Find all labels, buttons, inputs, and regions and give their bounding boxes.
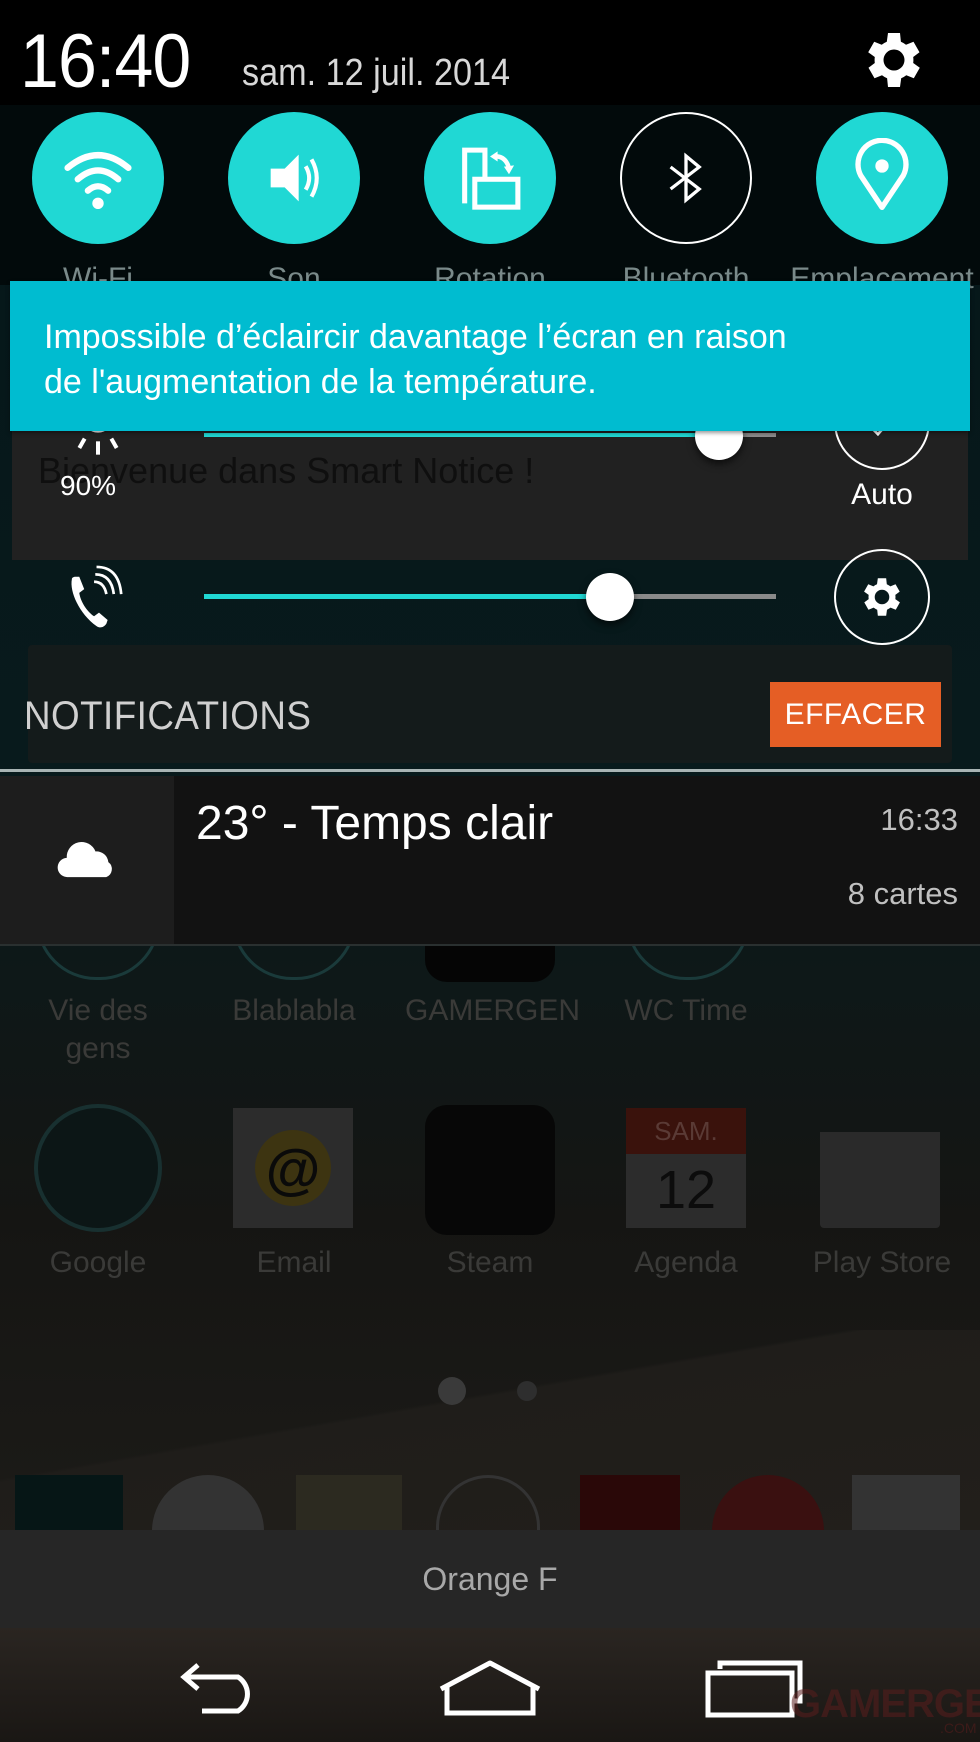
auto-brightness-label: Auto [851, 478, 913, 511]
app-icon-email: @ [233, 1108, 353, 1228]
notifications-title: NOTIFICATIONS [24, 694, 312, 738]
app-label: Vie des gens [48, 994, 148, 1065]
clock: 16:40 [20, 19, 191, 104]
calendar-day: SAM. [626, 1108, 746, 1154]
app-icon-google-folder [34, 1104, 162, 1232]
at-sign-icon: @ [255, 1130, 331, 1206]
home-button[interactable] [430, 1654, 550, 1724]
app-icon-play-store [820, 1132, 940, 1228]
toggle-rotation[interactable] [424, 112, 556, 244]
ringer-phone-icon [71, 565, 123, 628]
app-label: Steam [446, 1246, 534, 1279]
page-indicator [517, 1381, 537, 1401]
app-label: WC Time [624, 994, 748, 1027]
settings-button[interactable] [858, 24, 930, 96]
carrier-bar: Orange F [0, 1530, 980, 1628]
app-icon-agenda: SAM. 12 [626, 1108, 746, 1228]
app-label: Agenda [634, 1246, 738, 1279]
calendar-date: 12 [655, 1160, 717, 1220]
app-label: Email [256, 1246, 332, 1279]
cloud-icon [57, 842, 112, 878]
brightness-slider-fill [204, 433, 719, 437]
notification-item-weather[interactable]: 23° - Temps clair 16:33 8 cartes [0, 776, 980, 944]
ringer-volume-slider-thumb[interactable] [586, 573, 635, 621]
temperature-warning-toast: Impossible d’éclaircir davantage l’écran… [10, 281, 970, 431]
notification-time: 16:33 [880, 802, 958, 837]
app-label: GAMERGEN [405, 994, 581, 1027]
sound-settings-button[interactable] [834, 549, 930, 645]
wifi-icon [64, 152, 132, 210]
ringer-volume-slider[interactable] [204, 594, 776, 599]
date: sam. 12 juil. 2014 [242, 52, 511, 94]
gear-icon [868, 33, 920, 87]
brightness-percent: 90% [60, 470, 117, 501]
app-icon-steam [425, 1105, 555, 1235]
toggle-bluetooth[interactable] [620, 112, 752, 244]
recent-apps-icon [705, 1660, 803, 1718]
toggle-wifi[interactable] [32, 112, 164, 244]
notification-subtitle: 8 cartes [847, 876, 958, 911]
bluetooth-icon [669, 152, 702, 204]
divider [0, 944, 980, 946]
home-icon [439, 1660, 541, 1716]
rotation-icon [462, 147, 521, 210]
gear-icon [864, 578, 900, 616]
divider [0, 769, 980, 772]
volume-icon [270, 154, 319, 202]
ringer-volume-slider-fill [204, 594, 611, 599]
app-label: Play Store [812, 1246, 952, 1279]
toast-line-1: Impossible d’éclaircir davantage l’écran… [44, 318, 787, 356]
app-label: Google [49, 1246, 147, 1279]
notification-title: 23° - Temps clair [196, 797, 554, 850]
toast-line-2: de l'augmentation de la température. [44, 363, 597, 401]
page-indicator-active [438, 1377, 466, 1405]
carrier-name: Orange F [422, 1560, 558, 1597]
clear-all-button[interactable]: EFFACER [770, 682, 941, 747]
back-icon [180, 1663, 250, 1714]
toggle-sound[interactable] [228, 112, 360, 244]
brightness-slider[interactable] [204, 433, 776, 437]
notification-icon-box [0, 776, 174, 944]
toggle-location[interactable] [816, 112, 948, 244]
location-pin-icon [855, 138, 909, 210]
watermark-sub: .COM [940, 1720, 977, 1736]
app-label: Blablabla [232, 994, 356, 1027]
navigation-bar: GAMERGEN .COM [0, 1628, 980, 1742]
back-button[interactable] [166, 1654, 286, 1724]
